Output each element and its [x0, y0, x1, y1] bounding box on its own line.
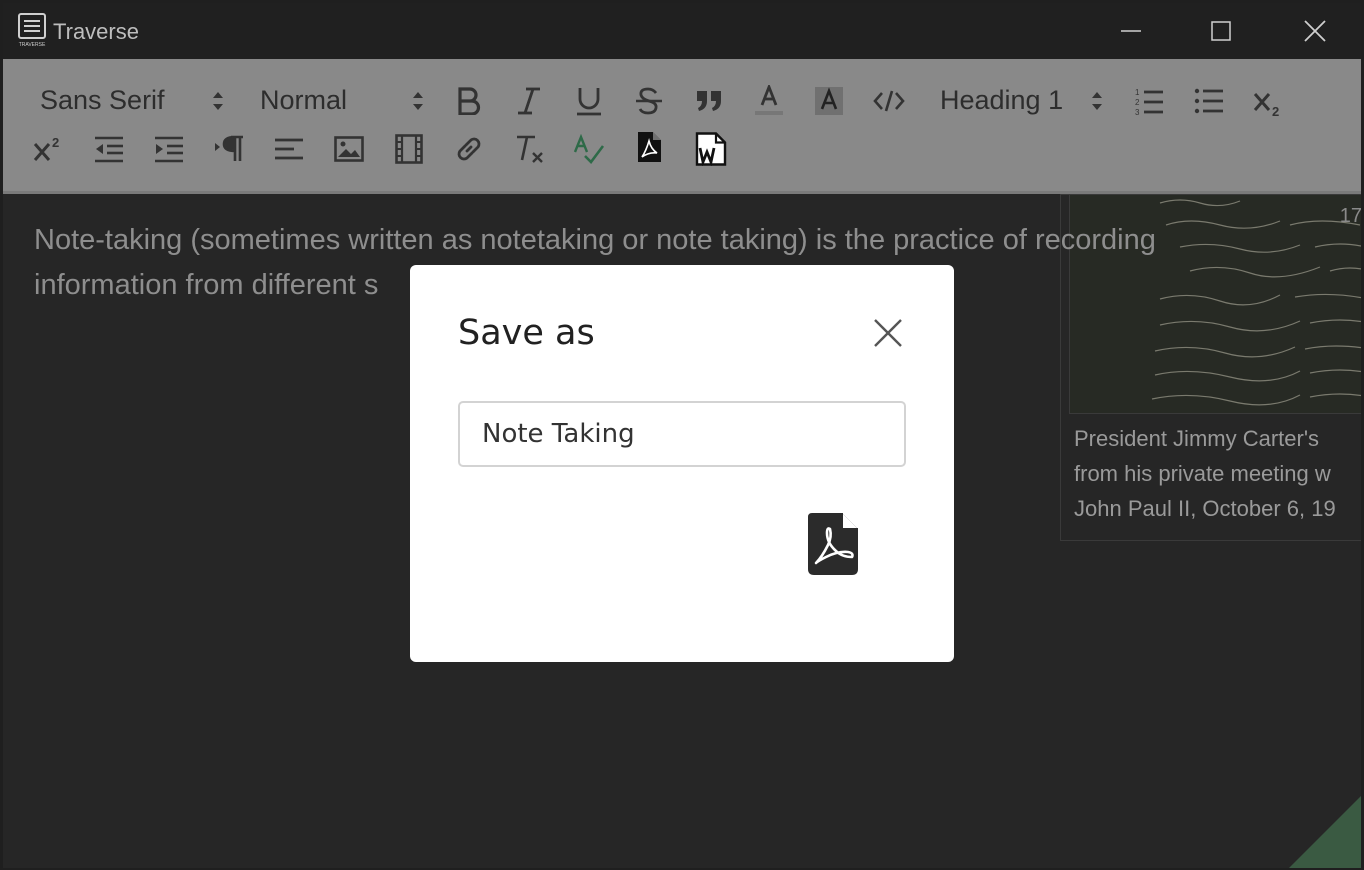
filename-input[interactable]: [458, 401, 906, 467]
superscript-icon[interactable]: 2: [33, 133, 65, 165]
svg-text:2: 2: [1272, 104, 1279, 118]
close-icon: [1304, 20, 1326, 42]
font-family-arrows-icon[interactable]: [211, 89, 225, 113]
dialog-close-icon[interactable]: [870, 315, 906, 351]
close-button[interactable]: [1269, 3, 1361, 59]
subscript-icon[interactable]: 2: [1253, 87, 1285, 119]
pdf-icon[interactable]: [808, 513, 858, 575]
bullet-list-icon[interactable]: [1193, 85, 1225, 117]
maximize-icon: [1211, 21, 1231, 41]
spellcheck-icon[interactable]: [573, 133, 605, 165]
indent-icon[interactable]: [153, 133, 185, 165]
background-color-icon[interactable]: [813, 85, 845, 117]
image-icon[interactable]: [333, 133, 365, 165]
font-size-select[interactable]: Normal: [260, 85, 347, 116]
dialog-title: Save as: [458, 313, 595, 353]
bold-icon[interactable]: [453, 85, 485, 117]
app-logo-icon: TRAVERSE: [18, 13, 46, 48]
caption-line: John Paul II, October 6, 19: [1074, 496, 1336, 521]
link-icon[interactable]: [453, 133, 485, 165]
clear-format-icon[interactable]: [513, 133, 545, 165]
resize-corner[interactable]: [1289, 796, 1361, 868]
font-family-select[interactable]: Sans Serif: [40, 85, 165, 116]
text-color-icon[interactable]: [753, 85, 785, 117]
outdent-icon[interactable]: [93, 133, 125, 165]
underline-icon[interactable]: [573, 85, 605, 117]
minimize-icon: [1121, 30, 1141, 32]
heading-arrows-icon[interactable]: [1090, 89, 1104, 113]
text-direction-icon[interactable]: [213, 133, 245, 165]
save-as-dialog: Save as: [410, 265, 954, 662]
minimize-button[interactable]: [1085, 3, 1177, 59]
italic-icon[interactable]: [513, 85, 545, 117]
figure-caption: President Jimmy Carter's from his privat…: [1074, 421, 1361, 526]
caption-line: President Jimmy Carter's: [1074, 426, 1320, 451]
caption-line: from his private meeting w: [1074, 461, 1331, 486]
align-icon[interactable]: [273, 133, 305, 165]
svg-text:3: 3: [1135, 108, 1140, 116]
editor-toolbar: Sans Serif Normal Heading 1 1 2 3 2 2: [3, 59, 1361, 194]
app-logo-label: TRAVERSE: [19, 42, 46, 48]
pdf-export-icon[interactable]: [633, 131, 665, 163]
window-title: Traverse: [53, 19, 139, 44]
ordered-list-icon[interactable]: 123: [1133, 85, 1165, 117]
code-icon[interactable]: [873, 85, 905, 117]
maximize-button[interactable]: [1175, 3, 1267, 59]
heading-select[interactable]: Heading 1: [940, 85, 1063, 116]
svg-text:2: 2: [52, 135, 59, 150]
strikethrough-icon[interactable]: [633, 85, 665, 117]
svg-text:2: 2: [1135, 98, 1140, 107]
title-bar: TRAVERSE Traverse: [3, 3, 1361, 59]
font-size-arrows-icon[interactable]: [411, 89, 425, 113]
svg-text:1: 1: [1135, 88, 1140, 97]
blockquote-icon[interactable]: [693, 85, 725, 117]
video-icon[interactable]: [393, 133, 425, 165]
word-export-icon[interactable]: [693, 131, 729, 167]
